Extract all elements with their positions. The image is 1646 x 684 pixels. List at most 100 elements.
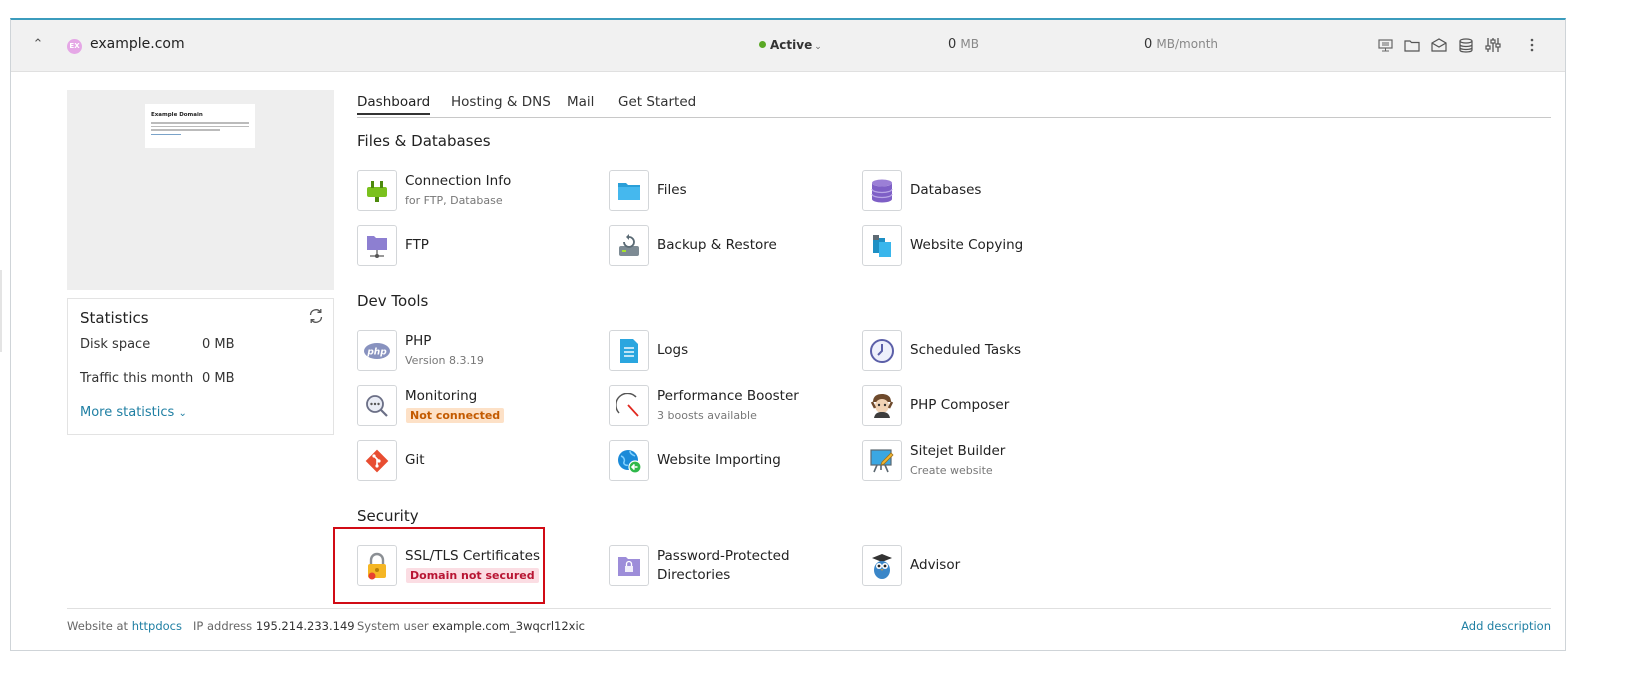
- folder-icon[interactable]: [1403, 36, 1421, 54]
- domain-header: ⌃ EX example.com Active ⌄ 0 MB 0 MB/month: [11, 20, 1565, 72]
- tool-password-protected-directories[interactable]: Password-Protected Directories: [609, 545, 849, 587]
- disk-usage: 0 MB: [948, 37, 979, 52]
- tool-website-copying[interactable]: Website Copying: [862, 225, 1102, 267]
- tool-name: Monitoring: [405, 388, 478, 404]
- tool-advisor[interactable]: Advisor: [862, 545, 1102, 587]
- section-title-security: Security: [357, 507, 419, 525]
- tool-website-importing[interactable]: Website Importing: [609, 440, 849, 482]
- tool-name: PHP Composer: [910, 397, 1010, 413]
- more-statistics-link[interactable]: More statistics ⌄: [80, 405, 187, 420]
- section-title-files-databases: Files & Databases: [357, 132, 491, 150]
- refresh-icon[interactable]: [307, 307, 325, 325]
- clock-icon: [862, 330, 902, 371]
- domain-name[interactable]: example.com: [90, 36, 185, 52]
- database-icon[interactable]: [1457, 36, 1475, 54]
- status-badge-error: Domain not secured: [406, 568, 539, 583]
- system-user-value: example.com_3wqcrl12xic: [432, 619, 585, 633]
- copy-pages-icon: [862, 225, 902, 266]
- tool-php[interactable]: php PHP Version 8.3.19: [357, 330, 597, 372]
- tool-ssl-tls-certificates[interactable]: SSL/TLS Certificates Domain not secured: [357, 545, 597, 587]
- statistics-title: Statistics: [80, 309, 149, 327]
- traffic-usage-value: 0: [1144, 37, 1153, 52]
- tool-logs[interactable]: Logs: [609, 330, 849, 372]
- settings-sliders-icon[interactable]: [1484, 36, 1502, 54]
- tool-name: Connection Info: [405, 173, 512, 189]
- domain-footer: Website at httpdocs IP address 195.214.2…: [67, 608, 1551, 648]
- collapse-chevron-up-icon[interactable]: ⌃: [29, 36, 47, 54]
- traffic-row: Traffic this month 0 MB: [80, 371, 235, 386]
- tool-name: PHP: [405, 333, 432, 349]
- more-vertical-icon[interactable]: [1523, 36, 1541, 54]
- composer-conductor-icon: [862, 385, 902, 426]
- tool-subtitle: for FTP, Database: [405, 194, 503, 207]
- tool-name: Scheduled Tasks: [910, 342, 1022, 358]
- tool-ftp[interactable]: FTP: [357, 225, 597, 267]
- tool-name: Databases: [910, 182, 982, 198]
- tool-git[interactable]: Git: [357, 440, 597, 482]
- tool-databases[interactable]: Databases: [862, 170, 1102, 212]
- tool-monitoring[interactable]: Monitoring Not connected: [357, 385, 597, 427]
- status-badge-warning: Not connected: [406, 408, 505, 423]
- header-actions: [1376, 36, 1541, 54]
- chevron-down-icon: ⌄: [814, 42, 822, 52]
- owl-advisor-icon: [862, 545, 902, 586]
- tool-name: Advisor: [910, 557, 961, 573]
- disk-usage-unit: MB: [960, 37, 980, 51]
- backup-drive-icon: [609, 225, 649, 266]
- status-dropdown[interactable]: Active ⌄: [759, 38, 822, 52]
- tool-name: Sitejet Builder: [910, 443, 1006, 459]
- tool-backup-restore[interactable]: Backup & Restore: [609, 225, 849, 267]
- website-at-label: Website at: [67, 619, 129, 633]
- tool-sitejet-builder[interactable]: Sitejet Builder Create website: [862, 440, 1102, 482]
- more-statistics-label: More statistics: [80, 405, 175, 420]
- statistics-panel: Statistics Disk space 0 MB Traffic this …: [67, 298, 334, 435]
- website-preview[interactable]: Example Domain: [67, 90, 334, 290]
- mail-icon[interactable]: [1430, 36, 1448, 54]
- tool-name: SSL/TLS Certificates: [405, 548, 540, 564]
- globe-import-icon: [609, 440, 649, 481]
- status-dot-icon: [759, 41, 766, 48]
- tool-connection-info[interactable]: Connection Info for FTP, Database: [357, 170, 597, 212]
- tool-name-line2: Directories: [657, 567, 731, 583]
- tab-dashboard[interactable]: Dashboard: [357, 94, 431, 115]
- system-user-label: System user: [357, 619, 429, 633]
- domain-favicon: EX: [67, 39, 82, 54]
- monitor-icon[interactable]: [1376, 36, 1394, 54]
- preview-thumbnail: Example Domain: [145, 104, 255, 148]
- svg-text:php: php: [366, 347, 387, 357]
- chevron-down-icon: ⌄: [178, 408, 187, 419]
- database-icon: [862, 170, 902, 211]
- tab-get-started[interactable]: Get Started: [618, 94, 696, 110]
- domain-card: ⌃ EX example.com Active ⌄ 0 MB 0 MB/month: [10, 18, 1566, 651]
- traffic-usage: 0 MB/month: [1144, 37, 1218, 52]
- php-icon: php: [357, 330, 397, 371]
- tool-subtitle: Create website: [910, 464, 993, 477]
- disk-space-row: Disk space 0 MB: [80, 337, 235, 352]
- tab-hosting-dns[interactable]: Hosting & DNS: [451, 94, 551, 110]
- traffic-usage-unit: MB/month: [1156, 37, 1218, 51]
- locked-folder-icon: [609, 545, 649, 586]
- traffic-value: 0 MB: [202, 371, 235, 386]
- httpdocs-link[interactable]: httpdocs: [132, 619, 182, 633]
- disk-space-label: Disk space: [80, 337, 151, 352]
- tool-files[interactable]: Files: [609, 170, 849, 212]
- tab-mail[interactable]: Mail: [567, 94, 594, 110]
- tool-name: Files: [657, 182, 687, 198]
- tool-php-composer[interactable]: PHP Composer: [862, 385, 1102, 427]
- sitejet-easel-icon: [862, 440, 902, 481]
- tool-performance-booster[interactable]: Performance Booster 3 boosts available: [609, 385, 849, 427]
- status-label: Active: [770, 38, 813, 52]
- section-title-dev-tools: Dev Tools: [357, 292, 429, 310]
- tool-name: Performance Booster: [657, 388, 799, 404]
- tool-name: Website Copying: [910, 237, 1024, 253]
- ftp-folder-icon: [357, 225, 397, 266]
- add-description-link[interactable]: Add description: [1461, 619, 1551, 633]
- tool-name: Backup & Restore: [657, 237, 777, 253]
- tool-name: FTP: [405, 237, 429, 253]
- tool-name: Logs: [657, 342, 689, 358]
- monitoring-magnifier-icon: [357, 385, 397, 426]
- system-user: System user example.com_3wqcrl12xic: [357, 619, 585, 633]
- tool-scheduled-tasks[interactable]: Scheduled Tasks: [862, 330, 1102, 372]
- disk-space-value: 0 MB: [202, 337, 235, 352]
- tab-bar: Dashboard Hosting & DNS Mail Get Started: [357, 92, 1551, 118]
